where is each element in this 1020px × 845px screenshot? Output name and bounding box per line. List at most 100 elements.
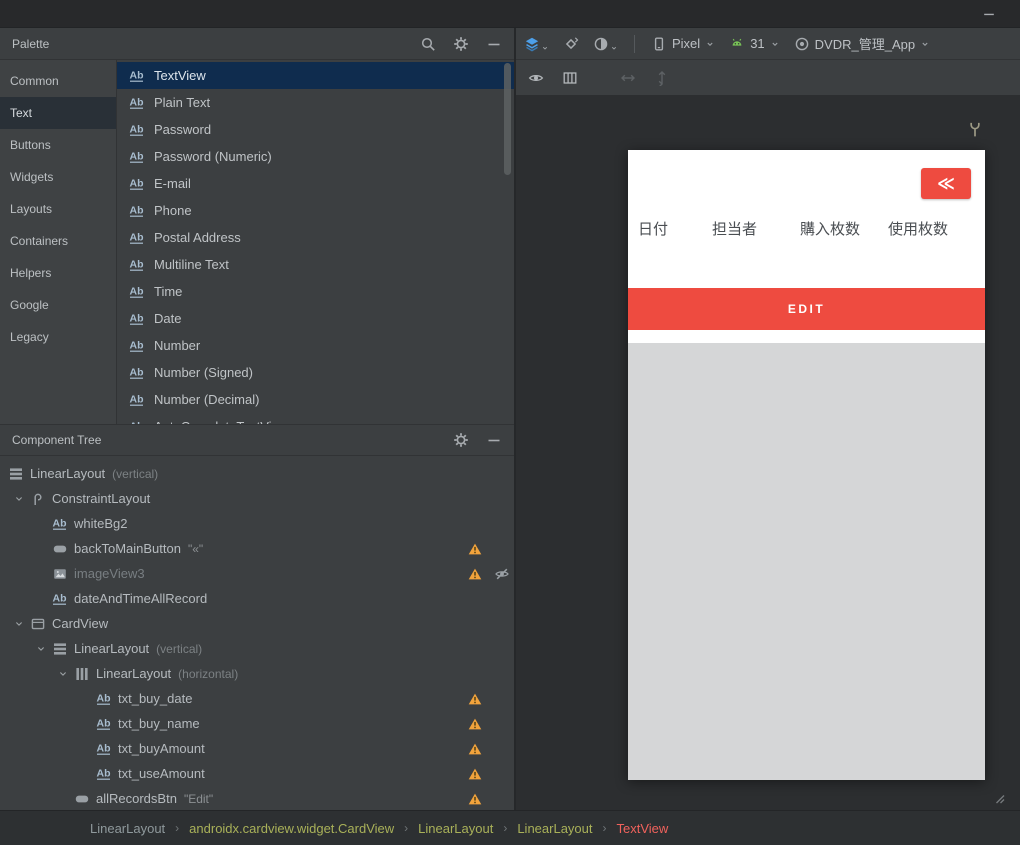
warning-icon (468, 792, 482, 806)
palette-item-e-mail[interactable]: Ab E-mail (117, 170, 514, 197)
view-options-eye-icon[interactable] (528, 70, 544, 86)
theme-selector-label: DVDR_管理_App (814, 37, 916, 52)
breadcrumb-item-linearlayout[interactable]: LinearLayout (90, 821, 165, 836)
tree-node-label: dateAndTimeAllRecord (74, 591, 208, 606)
tree-node-constraintlayout[interactable]: ConstraintLayout (0, 486, 514, 511)
surface-mode-button[interactable] (524, 36, 549, 52)
palette-item-label: Date (154, 311, 182, 326)
minimize-icon[interactable] (486, 432, 502, 448)
tree-node-hint: (vertical) (112, 466, 159, 481)
tree-node-txt-useamount[interactable]: Ab txt_useAmount (0, 761, 514, 786)
settings-icon[interactable] (453, 432, 469, 448)
breadcrumb-item-linearlayout[interactable]: LinearLayout (517, 821, 592, 836)
tree-node-txt-buy-name[interactable]: Ab txt_buy_name (0, 711, 514, 736)
tree-node-txt-buyamount[interactable]: Ab txt_buyAmount (0, 736, 514, 761)
night-mode-button[interactable] (593, 36, 618, 52)
breadcrumb: LinearLayout › androidx.cardview.widget.Ca… (0, 810, 1020, 845)
svg-text:Ab: Ab (130, 96, 144, 108)
palette-item-phone[interactable]: Ab Phone (117, 197, 514, 224)
chevron-down-icon (705, 39, 715, 49)
textview-icon: Ab (96, 691, 112, 707)
palette-item-date[interactable]: Ab Date (117, 305, 514, 332)
palette-category-common[interactable]: Common (0, 65, 116, 97)
breadcrumb-item-androidx-cardview-widget-cardview[interactable]: androidx.cardview.widget.CardView (189, 821, 394, 836)
tree-node-whitebg2[interactable]: Ab whiteBg2 (0, 511, 514, 536)
palette-item-password[interactable]: Ab Password (117, 116, 514, 143)
palette-item-postal-address[interactable]: Ab Postal Address (117, 224, 514, 251)
palette-item-multiline-text[interactable]: Ab Multiline Text (117, 251, 514, 278)
resize-handle-icon[interactable] (990, 789, 1006, 805)
svg-text:Ab: Ab (53, 592, 67, 604)
orientation-icon (563, 36, 579, 52)
api-level-selector[interactable]: 31 (729, 36, 779, 52)
tree-node-cardview[interactable]: CardView (0, 611, 514, 636)
svg-text:Ab: Ab (130, 204, 144, 216)
palette-category-legacy[interactable]: Legacy (0, 321, 116, 353)
orientation-button[interactable] (563, 36, 579, 52)
palette-category-containers[interactable]: Containers (0, 225, 116, 257)
render-status-icon[interactable] (966, 120, 984, 138)
chevron-down-icon (920, 39, 930, 49)
palette-header: Palette (0, 28, 514, 60)
constraintlayout-icon (30, 491, 46, 507)
svg-text:Ab: Ab (97, 717, 111, 729)
pan-vertical-icon[interactable] (654, 70, 670, 86)
palette-item-label: Time (154, 284, 183, 299)
tree-node-allrecordsbtn[interactable]: allRecordsBtn "Edit" (0, 786, 514, 810)
window-minimize-icon[interactable] (982, 7, 996, 21)
palette-item-number[interactable]: Ab Number (117, 332, 514, 359)
breadcrumb-item-textview[interactable]: TextView (617, 821, 669, 836)
tree-node-dateandtimeallrecord[interactable]: Ab dateAndTimeAllRecord (0, 586, 514, 611)
palette-item-number-decimal[interactable]: Ab Number (Decimal) (117, 386, 514, 413)
svg-text:Ab: Ab (130, 393, 144, 405)
expand-chevron-icon[interactable] (8, 618, 30, 630)
palette-item-time[interactable]: Ab Time (117, 278, 514, 305)
minimize-icon[interactable] (486, 36, 502, 52)
theme-selector[interactable]: DVDR_管理_App (794, 34, 930, 53)
visibility-off-icon[interactable] (494, 566, 510, 582)
svg-text:Ab: Ab (97, 742, 111, 754)
pan-horizontal-icon[interactable] (620, 70, 636, 86)
palette-category-layouts[interactable]: Layouts (0, 193, 116, 225)
palette-category-widgets[interactable]: Widgets (0, 161, 116, 193)
expand-chevron-icon[interactable] (52, 668, 74, 680)
palette-category-google[interactable]: Google (0, 289, 116, 321)
preview-edit-button[interactable]: EDIT (628, 288, 985, 330)
palette-item-autocompletetextview[interactable]: Ab AutoCompleteTextView (117, 413, 514, 424)
tree-node-backtomainbutton[interactable]: backToMainButton "«" (0, 536, 514, 561)
tree-node-linearlayout[interactable]: LinearLayout (vertical) (0, 461, 514, 486)
device-selector[interactable]: Pixel (651, 36, 715, 52)
tree-node-txt-buy-date[interactable]: Ab txt_buy_date (0, 686, 514, 711)
palette-category-buttons[interactable]: Buttons (0, 129, 116, 161)
android-studio-layout-editor: Palette Common Text Buttons Widgets Layouts C… (0, 0, 1020, 845)
tree-node-text-value: "Edit" (183, 791, 214, 806)
palette-item-number-signed[interactable]: Ab Number (Signed) (117, 359, 514, 386)
tree-node-label: ConstraintLayout (52, 491, 151, 506)
scrollbar-thumb[interactable] (504, 63, 511, 175)
palette-category-text[interactable]: Text (0, 97, 116, 129)
preview-back-button[interactable]: ≪ (921, 168, 971, 199)
layout-columns-icon[interactable] (562, 70, 578, 86)
settings-icon[interactable] (453, 36, 469, 52)
search-icon[interactable] (420, 36, 436, 52)
api-level-label: 31 (750, 36, 765, 51)
palette-item-password-numeric[interactable]: Ab Password (Numeric) (117, 143, 514, 170)
linearlayout-vertical-icon (8, 466, 24, 482)
svg-text:Ab: Ab (130, 420, 144, 424)
palette-item-plain-text[interactable]: Ab Plain Text (117, 89, 514, 116)
tree-node-linearlayout[interactable]: LinearLayout (vertical) (0, 636, 514, 661)
expand-chevron-icon[interactable] (8, 493, 30, 505)
tree-node-linearlayout[interactable]: LinearLayout (horizontal) (0, 661, 514, 686)
device-preview[interactable]: ≪ 日付 担当者 購入枚数 使用枚数 EDIT (628, 150, 985, 780)
preview-column-header: 使用枚数 (888, 221, 949, 238)
design-surface[interactable]: ≪ 日付 担当者 購入枚数 使用枚数 EDIT (516, 96, 1020, 810)
palette-item-label: Number (154, 338, 201, 353)
expand-chevron-icon[interactable] (30, 643, 52, 655)
component-tree-list: LinearLayout (vertical) ConstraintLayout Ab… (0, 456, 514, 810)
breadcrumb-item-linearlayout[interactable]: LinearLayout (418, 821, 493, 836)
palette-item-textview[interactable]: Ab TextView (117, 62, 514, 89)
palette-category-helpers[interactable]: Helpers (0, 257, 116, 289)
chevron-down-icon (770, 39, 780, 49)
tree-node-imageview3[interactable]: imageView3 (0, 561, 514, 586)
design-editor: Pixel 31 DVDR_管理_App ≪ 日付 担当者 購入枚数 使用枚数 … (516, 28, 1020, 810)
